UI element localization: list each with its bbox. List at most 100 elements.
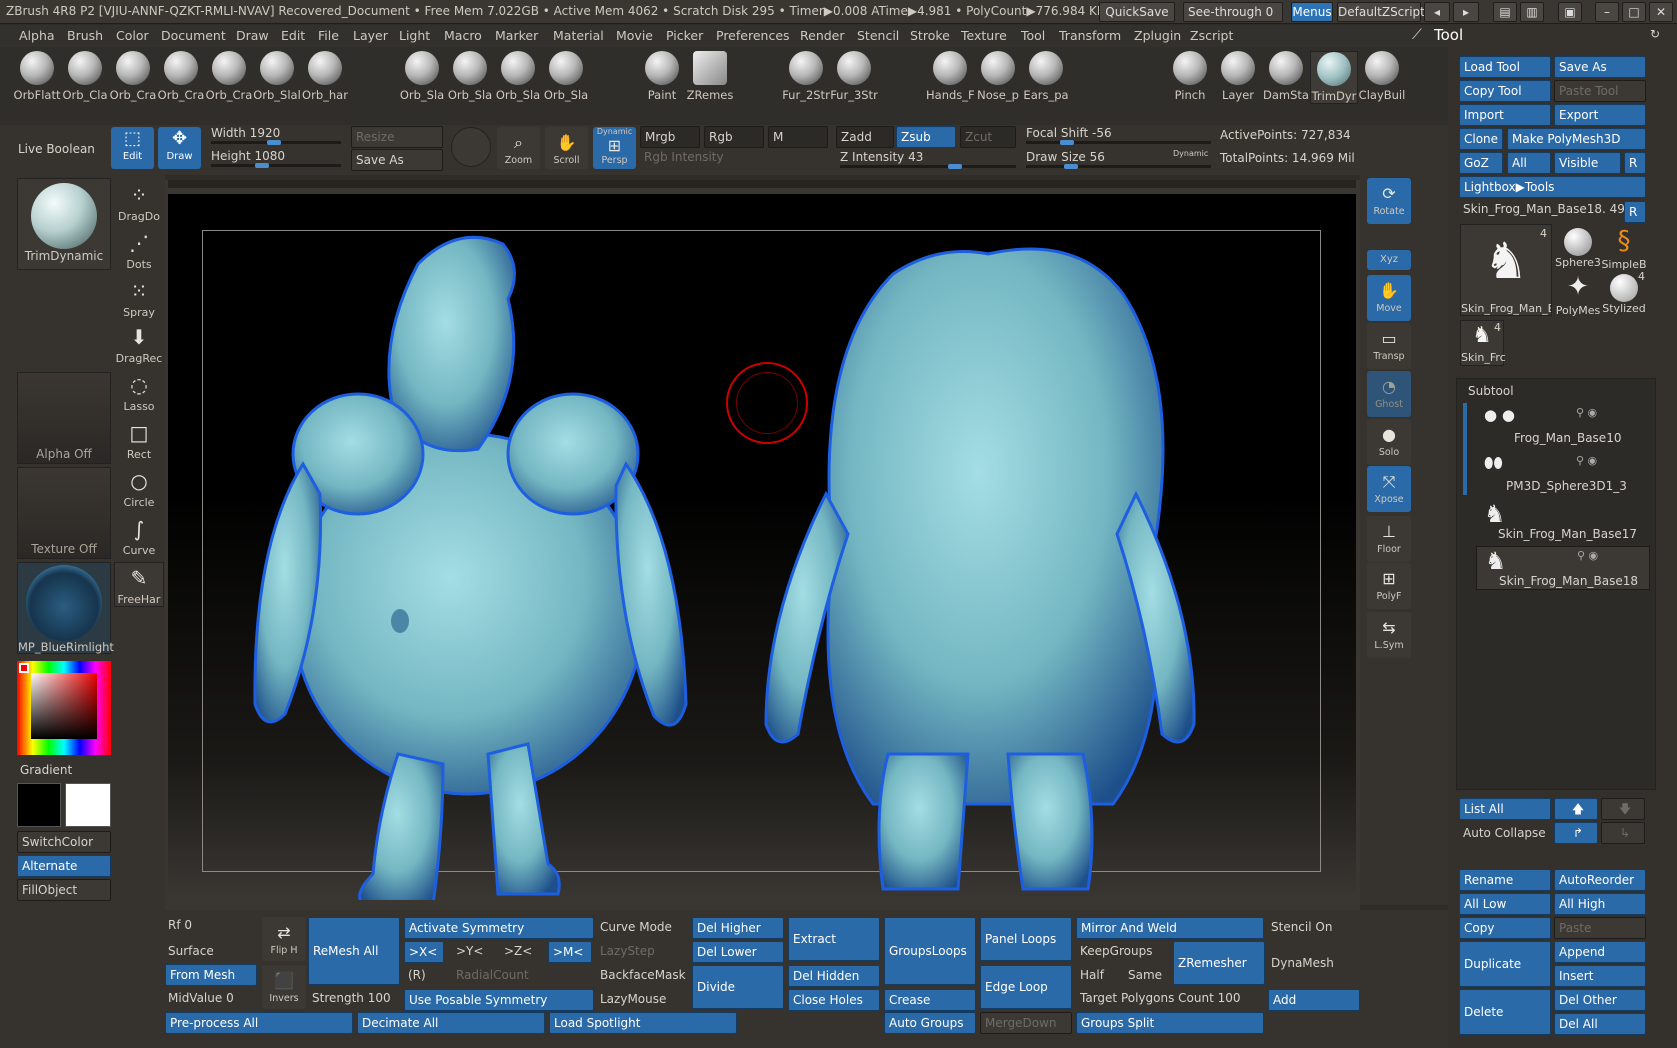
duplicate-button[interactable]: Duplicate xyxy=(1459,941,1551,987)
same-button[interactable]: Same xyxy=(1128,968,1162,982)
move-left-arrow-icon[interactable]: ↳ xyxy=(1601,822,1645,844)
groupsloops-button[interactable]: GroupsLoops xyxy=(884,917,976,985)
solo-button[interactable]: ● Solo xyxy=(1367,419,1411,465)
move-up-arrow-icon[interactable]: 🡅 xyxy=(1554,798,1598,820)
crease-button[interactable]: Crease xyxy=(884,989,976,1011)
del-higher-button[interactable]: Del Higher xyxy=(692,917,784,939)
menu-draw[interactable]: Draw xyxy=(236,28,269,43)
select-rect[interactable]: □ Rect xyxy=(114,418,164,461)
mirror-and-weld-button[interactable]: Mirror And Weld xyxy=(1076,917,1264,939)
brush-damstandard[interactable]: DamSta xyxy=(1262,51,1310,102)
goz-all-button[interactable]: All xyxy=(1507,152,1551,174)
tool-thumb-frog-main[interactable]: 4 ♞ Skin_Frog_Man_E xyxy=(1460,224,1552,316)
secondary-color-swatch[interactable] xyxy=(65,783,111,827)
sym-x-button[interactable]: >X< xyxy=(404,941,444,963)
menu-file[interactable]: File xyxy=(318,28,339,43)
menu-marker[interactable]: Marker xyxy=(495,28,538,43)
goz-button[interactable]: GoZ xyxy=(1459,152,1503,174)
stroke-dragrect[interactable]: ⬇ DragRec xyxy=(114,322,164,365)
xpose-button[interactable]: ⤧ Xpose xyxy=(1367,466,1411,512)
texture-slot[interactable]: Texture Off xyxy=(17,467,111,559)
brush-orb-clay[interactable]: Orb_Cla xyxy=(61,51,109,102)
delete-button[interactable]: Delete xyxy=(1459,989,1551,1035)
menu-layer[interactable]: Layer xyxy=(353,28,388,43)
menu-alpha[interactable]: Alpha xyxy=(19,28,55,43)
z-intensity-slider[interactable]: Z Intensity 43 xyxy=(840,150,923,164)
half-button[interactable]: Half xyxy=(1080,968,1104,982)
dynamic-size-toggle[interactable]: Dynamic xyxy=(1173,149,1208,158)
rf-slider[interactable]: Rf 0 xyxy=(168,918,192,932)
move-right-arrow-icon[interactable]: ↱ xyxy=(1554,822,1598,844)
paste-tool-button[interactable]: Paste Tool xyxy=(1554,80,1646,102)
sym-z-button[interactable]: >Z< xyxy=(504,944,532,958)
del-all-button[interactable]: Del All xyxy=(1554,1013,1646,1035)
frog-models[interactable] xyxy=(168,194,1356,900)
brush-orb-cracks-2[interactable]: Orb_Cra xyxy=(157,51,205,102)
brush-fur-2strand[interactable]: Fur_2Str xyxy=(782,51,830,102)
make-polymesh-button[interactable]: Make PolyMesh3D xyxy=(1507,128,1646,150)
menu-transform[interactable]: Transform xyxy=(1059,28,1121,43)
brush-paint[interactable]: Paint xyxy=(638,51,686,102)
preprocess-all-button[interactable]: Pre-process All xyxy=(165,1012,353,1034)
refresh-icon[interactable]: ↻ xyxy=(1650,27,1660,41)
color-picker[interactable] xyxy=(17,661,111,755)
select-circle[interactable]: ○ Circle xyxy=(114,466,164,509)
lsym-button[interactable]: ⇆ L.Sym xyxy=(1367,612,1411,658)
brush-zremesher[interactable]: ZRemes xyxy=(686,51,734,102)
midvalue-slider[interactable]: MidValue 0 xyxy=(168,991,234,1005)
transp-button[interactable]: ▭ Transp xyxy=(1367,323,1411,369)
tool-thumb-skin-frog[interactable]: 4 ♞ Skin_Frc xyxy=(1460,320,1506,366)
sym-y-button[interactable]: >Y< xyxy=(456,944,483,958)
append-button[interactable]: Append xyxy=(1554,941,1646,963)
activate-symmetry-button[interactable]: Activate Symmetry xyxy=(404,917,594,939)
lazystep-slider[interactable]: LazyStep xyxy=(600,944,655,958)
resize-button[interactable]: Resize xyxy=(351,126,443,148)
material-slot[interactable]: MP_BlueRimlight xyxy=(17,562,114,654)
brush-fur-3strand[interactable]: Fur_3Str xyxy=(830,51,878,102)
load-tool-button[interactable]: Load Tool xyxy=(1459,56,1551,78)
quicksave-button[interactable]: QuickSave xyxy=(1099,2,1175,22)
menu-picker[interactable]: Picker xyxy=(666,28,703,43)
see-through-slider[interactable]: See-through 0 xyxy=(1183,2,1283,22)
minimize-icon[interactable]: – xyxy=(1595,2,1619,22)
viewport[interactable] xyxy=(168,194,1356,900)
brush-pinch[interactable]: Pinch xyxy=(1166,51,1214,102)
load-spotlight-button[interactable]: Load Spotlight xyxy=(549,1012,737,1034)
del-lower-button[interactable]: Del Lower xyxy=(692,941,784,963)
paste-subtool-button[interactable]: Paste xyxy=(1554,917,1646,939)
tool-thumb-sphere[interactable]: Sphere3 xyxy=(1555,224,1601,270)
menu-brush[interactable]: Brush xyxy=(67,28,103,43)
switchcolor-button[interactable]: SwitchColor xyxy=(17,831,111,853)
menu-zscript[interactable]: Zscript xyxy=(1190,28,1233,43)
alternate-button[interactable]: Alternate xyxy=(17,855,111,877)
brush-trimdynamic[interactable]: TrimDyr xyxy=(1310,51,1358,104)
brush-orb-slash-1[interactable]: Orb_Sla xyxy=(398,51,446,102)
select-curve[interactable]: ∫ Curve xyxy=(114,514,164,557)
rgb-intensity-slider[interactable]: Rgb Intensity xyxy=(644,150,724,164)
menu-document[interactable]: Document xyxy=(161,28,226,43)
subtool-scrollbar[interactable] xyxy=(1463,403,1467,495)
brush-hands[interactable]: Hands_F xyxy=(926,51,974,102)
tray-right-icon[interactable]: ▸ xyxy=(1453,2,1479,22)
auto-collapse-toggle[interactable]: Auto Collapse xyxy=(1463,826,1546,840)
panel-loops-button[interactable]: Panel Loops xyxy=(980,917,1072,961)
persp-button[interactable]: Dynamic ⊞ Persp xyxy=(593,127,636,169)
lock-icon[interactable]: ▣ xyxy=(1558,2,1582,22)
extract-button[interactable]: Extract xyxy=(788,917,880,961)
tool-r-button[interactable]: R xyxy=(1624,201,1646,223)
xyz-button[interactable]: Xyz xyxy=(1367,250,1411,270)
draw-size-slider[interactable]: Draw Size 56 xyxy=(1026,150,1105,164)
menu-macro[interactable]: Macro xyxy=(444,28,482,43)
curve-mode-button[interactable]: Curve Mode xyxy=(600,920,672,934)
insert-button[interactable]: Insert xyxy=(1554,965,1646,987)
move-down-arrow-icon[interactable]: 🡇 xyxy=(1601,798,1645,820)
lightbox-tools-button[interactable]: Lightbox▶Tools xyxy=(1459,176,1646,198)
stroke-dots[interactable]: ⋰ Dots xyxy=(114,228,164,271)
fillobject-button[interactable]: FillObject xyxy=(17,879,111,901)
mrgb-button[interactable]: Mrgb xyxy=(640,126,700,148)
menu-texture[interactable]: Texture xyxy=(961,28,1007,43)
flip-h-button[interactable]: ⇄ Flip H xyxy=(262,917,306,961)
current-tool-slider[interactable]: Skin_Frog_Man_Base18. 49 xyxy=(1463,202,1625,216)
draw-button[interactable]: ✥ Draw xyxy=(158,127,201,169)
layout2-icon[interactable]: ▥ xyxy=(1520,2,1544,22)
